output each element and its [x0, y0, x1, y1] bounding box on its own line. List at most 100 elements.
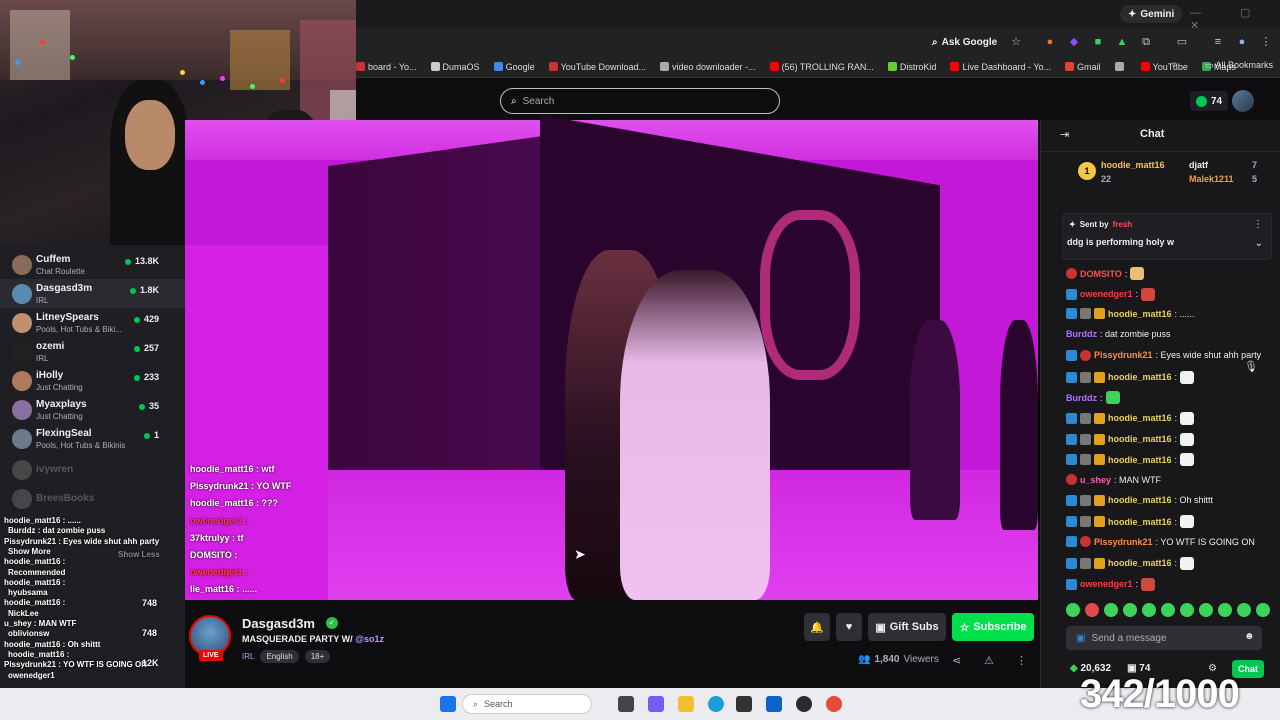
- chevron-right-icon[interactable]: »: [1172, 59, 1178, 70]
- taskbar-search[interactable]: ⌕ Search: [462, 694, 592, 714]
- chat-username[interactable]: hoodie_matt16: [1108, 495, 1172, 505]
- title-mention[interactable]: @so1z: [355, 634, 384, 644]
- profile-icon[interactable]: ●: [1234, 34, 1250, 50]
- tag[interactable]: 18+: [304, 650, 331, 663]
- search-input[interactable]: ⌕ Search: [500, 88, 780, 114]
- bookmark-item[interactable]: [1114, 62, 1127, 71]
- chat-username[interactable]: hoodie_matt16: [1108, 413, 1172, 423]
- emote-picker-icon[interactable]: ☻: [1244, 631, 1255, 642]
- chat-username[interactable]: hoodie_matt16: [1108, 309, 1172, 319]
- extension-icon[interactable]: ◆: [1066, 34, 1082, 50]
- bookmark-star-icon[interactable]: ☆: [1008, 34, 1024, 50]
- sidebar-channel-item[interactable]: Myaxplays Just Chatting 35: [0, 395, 185, 424]
- chat-username[interactable]: hoodie_matt16: [1108, 517, 1172, 527]
- sidebar-channel-offline[interactable]: ivywren: [0, 455, 185, 484]
- more-options-icon[interactable]: ⋮: [1016, 654, 1027, 667]
- collapse-chat-icon[interactable]: ⇥: [1060, 128, 1069, 141]
- user-avatar[interactable]: [1232, 90, 1254, 112]
- ask-google-button[interactable]: ⌕ Ask Google: [932, 34, 997, 50]
- bookmark-item[interactable]: (56) TROLLING RAN...: [769, 62, 874, 72]
- sidebar-channel-item[interactable]: Dasgasd3m IRL 1.8K: [0, 279, 185, 308]
- gift-subs-button[interactable]: ▣ Gift Subs: [868, 613, 946, 641]
- subscribe-button[interactable]: ☆ Subscribe: [952, 613, 1034, 641]
- bookmark-item[interactable]: video downloader -...: [660, 62, 756, 72]
- sidebar-channel-item[interactable]: FlexingSeal Pools, Hot Tubs & Bikinis 1: [0, 424, 185, 453]
- app-icon[interactable]: [796, 696, 812, 712]
- edge-browser-icon[interactable]: [708, 696, 724, 712]
- report-icon[interactable]: ⚠: [984, 654, 994, 667]
- chat-username[interactable]: hoodie_matt16: [1108, 455, 1172, 465]
- chat-message[interactable]: owenedger1:: [1066, 287, 1266, 301]
- chat-message[interactable]: hoodie_matt16:: [1066, 556, 1266, 570]
- share-icon[interactable]: ⋖: [952, 654, 961, 667]
- chrome-icon[interactable]: [826, 696, 842, 712]
- chat-message[interactable]: Pissydrunk21: YO WTF IS GOING ON: [1066, 536, 1266, 548]
- chat-message[interactable]: hoodie_matt16:: [1066, 432, 1266, 446]
- chat-message[interactable]: u_shey: MAN WTF: [1066, 474, 1266, 485]
- chat-username[interactable]: Burddz: [1066, 393, 1097, 403]
- category-link[interactable]: IRL: [242, 650, 254, 663]
- bookmark-item[interactable]: Live Dashboard - Yo...: [950, 62, 1051, 72]
- chat-message[interactable]: owenedger1:: [1066, 577, 1266, 591]
- chat-message[interactable]: DOMSITO:: [1066, 267, 1266, 280]
- chat-message[interactable]: Pissydrunk21: Eyes wide shut ahh party: [1066, 349, 1266, 361]
- chat-message[interactable]: hoodie_matt16:: [1066, 411, 1266, 425]
- puzzle-icon[interactable]: ⧉: [1138, 34, 1154, 50]
- notification-bell-button[interactable]: 🔔: [804, 613, 830, 641]
- sidebar-channel-item[interactable]: LitneySpears Pools, Hot Tubs & Biki... 429: [0, 308, 185, 337]
- bookmark-item[interactable]: DumaOS: [430, 62, 480, 72]
- microphone-icon[interactable]: 🎙: [1244, 360, 1258, 373]
- bookmark-item[interactable]: Google: [493, 62, 535, 72]
- tab-search-icon[interactable]: ≡: [1210, 34, 1226, 50]
- sidebar-channel-offline[interactable]: BreesBooks: [0, 484, 185, 513]
- chat-message[interactable]: hoodie_matt16:: [1066, 515, 1266, 529]
- file-explorer-icon[interactable]: [678, 696, 694, 712]
- cast-icon[interactable]: ▭: [1174, 34, 1190, 50]
- channel-points[interactable]: 74: [1190, 91, 1229, 111]
- chat-message[interactable]: hoodie_matt16: Oh shittt: [1066, 494, 1266, 506]
- chat-username[interactable]: hoodie_matt16: [1108, 558, 1172, 568]
- extension-icon[interactable]: ●: [1042, 34, 1058, 50]
- task-view-icon[interactable]: [618, 696, 634, 712]
- chat-message[interactable]: hoodie_matt16:: [1066, 453, 1266, 467]
- chat-input[interactable]: ▣ Send a message: [1066, 626, 1262, 650]
- chat-username[interactable]: hoodie_matt16: [1108, 434, 1172, 444]
- chat-username[interactable]: DOMSITO: [1080, 269, 1122, 279]
- sidebar-channel-item[interactable]: Cuffem Chat Roulette 13.8K: [0, 250, 185, 279]
- chat-username[interactable]: Pissydrunk21: [1094, 537, 1153, 547]
- chat-message[interactable]: hoodie_matt16:: [1066, 370, 1266, 384]
- pin-options-icon[interactable]: ⋮: [1253, 219, 1263, 230]
- chat-username[interactable]: u_shey: [1080, 475, 1111, 485]
- extension-icon[interactable]: ■: [1090, 34, 1106, 50]
- bookmark-item[interactable]: YouTube: [1140, 62, 1188, 72]
- chat-username[interactable]: hoodie_matt16: [1108, 372, 1172, 382]
- menu-icon[interactable]: ⋮: [1258, 34, 1274, 50]
- store-icon[interactable]: [736, 696, 752, 712]
- chat-username[interactable]: owenedger1: [1080, 289, 1133, 299]
- chat-message[interactable]: hoodie_matt16: ......: [1066, 308, 1266, 320]
- show-less-link[interactable]: Show Less: [118, 550, 160, 559]
- emote-bar[interactable]: [1066, 603, 1276, 619]
- extension-icon[interactable]: ▲: [1114, 34, 1130, 50]
- pinned-message[interactable]: ✦ Sent by fresh ddg is performing holy w…: [1062, 213, 1272, 260]
- chat-username[interactable]: Pissydrunk21: [1094, 350, 1153, 360]
- all-bookmarks[interactable]: ▭ All Bookmarks: [1205, 60, 1273, 71]
- chat-message[interactable]: Burddz: dat zombie puss: [1066, 329, 1266, 339]
- chevron-down-icon[interactable]: ⌄: [1255, 238, 1263, 249]
- start-menu-icon[interactable]: [440, 696, 456, 712]
- gemini-button[interactable]: ✦ Gemini: [1120, 5, 1183, 23]
- follow-heart-button[interactable]: ♥: [836, 613, 862, 641]
- sidebar-channel-item[interactable]: ozemi IRL 257: [0, 337, 185, 366]
- chat-username[interactable]: Burddz: [1066, 329, 1097, 339]
- widget-app-icon[interactable]: [648, 696, 664, 712]
- tag[interactable]: English: [260, 650, 299, 663]
- chat-message[interactable]: Burddz:: [1066, 391, 1266, 405]
- outlook-icon[interactable]: [766, 696, 782, 712]
- channel-name[interactable]: Dasgasd3m: [242, 616, 315, 631]
- bookmark-item[interactable]: DistroKid: [887, 62, 936, 72]
- bookmark-item[interactable]: Gmail: [1065, 62, 1101, 72]
- bookmark-item[interactable]: YouTube Download...: [548, 62, 646, 72]
- bookmark-item[interactable]: board - Yo...: [356, 62, 417, 72]
- chat-username[interactable]: owenedger1: [1080, 579, 1133, 589]
- sidebar-channel-item[interactable]: iHolly Just Chatting 233: [0, 366, 185, 395]
